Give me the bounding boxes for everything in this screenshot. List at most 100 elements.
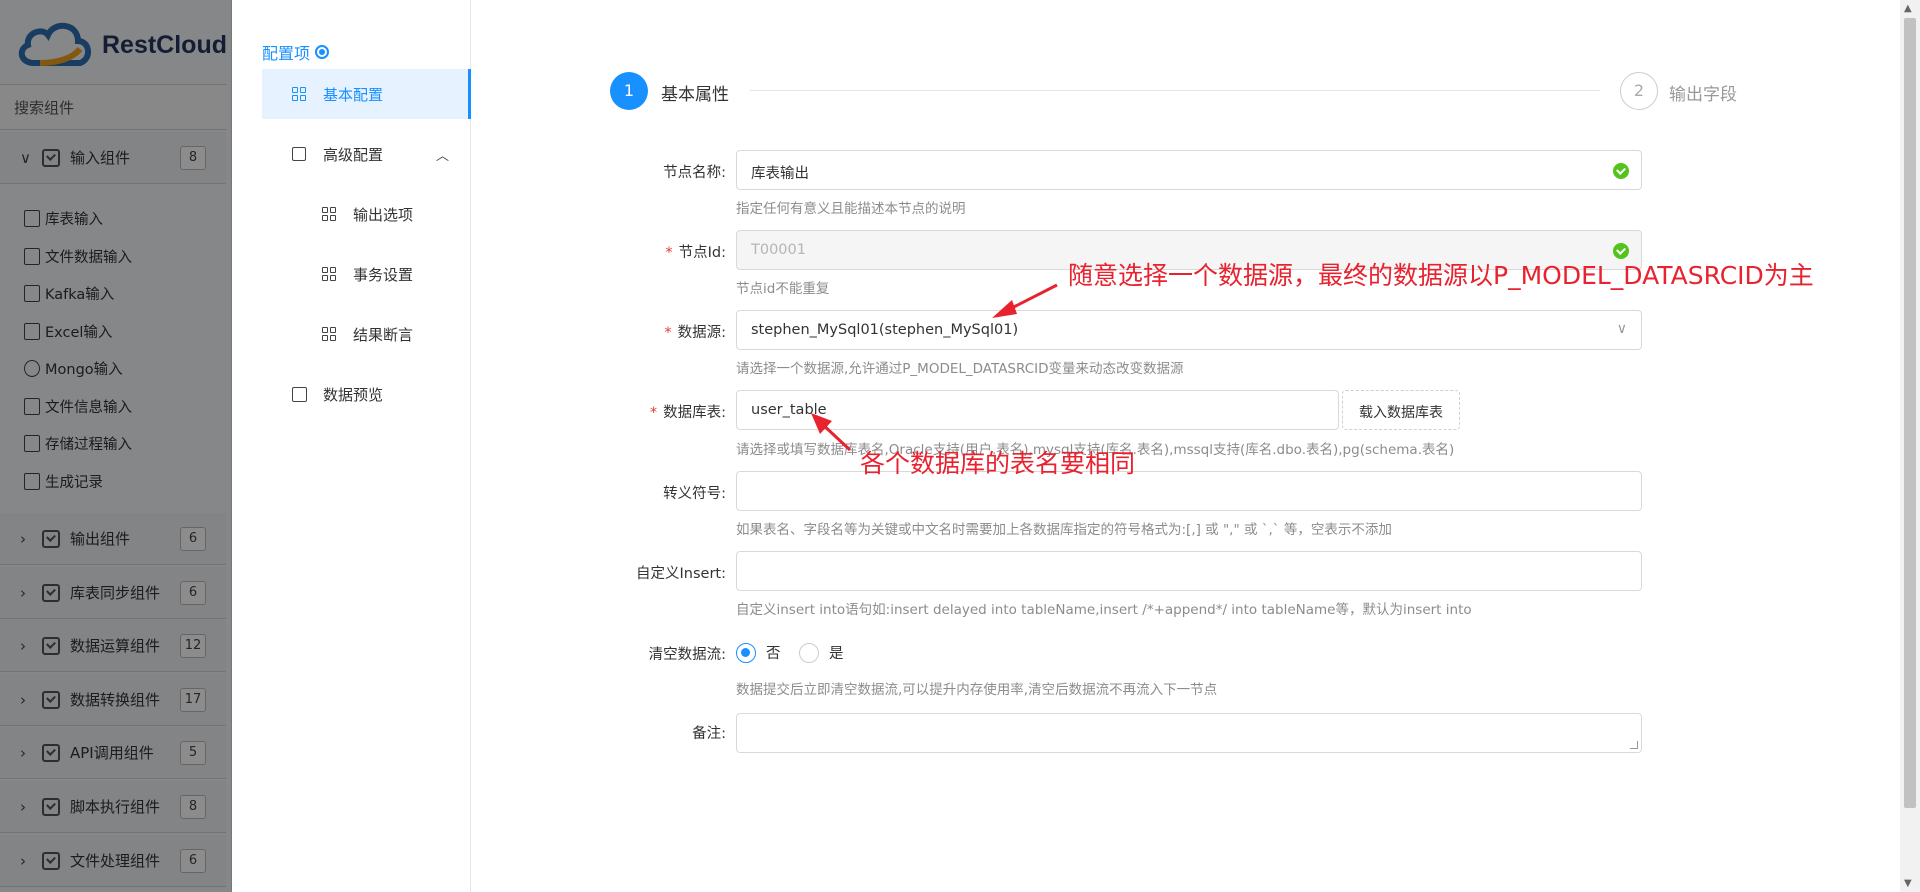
group-label: API调用组件: [70, 744, 154, 762]
remark-textarea[interactable]: [736, 713, 1642, 753]
component-panel: RestCloud 搜索组件 ∨ 输入组件 8 库表输入 文件数据输入 Kafk…: [0, 0, 232, 892]
radio-checked-icon: [736, 642, 756, 663]
chevron-up-icon: ︿: [435, 148, 449, 164]
node-name-label-text: 节点名称:: [663, 165, 726, 181]
scroll-up-arrow-icon[interactable]: ▲: [1904, 3, 1912, 14]
node-id-hint: 节点id不能重复: [736, 281, 830, 297]
group-sync-components[interactable]: › 库表同步组件 6: [0, 567, 226, 619]
grid-icon: [322, 267, 336, 281]
component-item[interactable]: 生成记录: [24, 468, 103, 494]
code-icon: [24, 472, 40, 490]
chevron-right-icon: ›: [20, 529, 26, 548]
node-name-hint: 指定任何有意义且能描述本节点的说明: [736, 201, 966, 217]
kafka-icon: [24, 284, 40, 302]
checkbox-icon: [42, 797, 60, 816]
group-label: 数据转换组件: [70, 691, 161, 709]
component-item[interactable]: 库表输入: [24, 205, 103, 231]
checkbox-icon: [42, 690, 60, 709]
scrollbar-thumb[interactable]: [1904, 18, 1916, 808]
component-item[interactable]: Kafka输入: [24, 280, 114, 306]
nav-item-output-options[interactable]: 输出选项: [262, 189, 471, 239]
group-api-components[interactable]: › API调用组件 5: [0, 727, 226, 779]
app-root: RestCloud 搜索组件 ∨ 输入组件 8 库表输入 文件数据输入 Kafk…: [0, 0, 1920, 892]
group-count: 8: [180, 145, 206, 170]
chevron-down-icon: ∨: [1616, 321, 1627, 337]
file-info-icon: [24, 397, 40, 415]
component-search-input[interactable]: 搜索组件: [0, 84, 226, 130]
checkbox-icon: [42, 636, 60, 655]
checkbox-icon: [42, 529, 60, 548]
step-2-label[interactable]: 输出字段: [1669, 80, 1737, 105]
table-input-icon: [24, 209, 40, 227]
nav-item-basic[interactable]: 基本配置: [262, 69, 471, 119]
nav-item-transaction[interactable]: 事务设置: [262, 249, 471, 299]
component-item[interactable]: Mongo输入: [24, 355, 123, 381]
nav-item-data-preview[interactable]: 数据预览: [262, 369, 471, 419]
group-script-components[interactable]: › 脚本执行组件 8: [0, 781, 226, 833]
chevron-right-icon: ›: [20, 636, 26, 655]
radio-unchecked-icon: [799, 642, 819, 663]
node-name-input[interactable]: 库表输出: [736, 150, 1642, 190]
logo: RestCloud: [16, 14, 227, 76]
step-connector: [750, 90, 1600, 91]
group-count: 5: [180, 740, 206, 765]
db-table-input[interactable]: user_table: [736, 390, 1339, 430]
group-compute-components[interactable]: › 数据运算组件 12: [0, 620, 226, 672]
group-count: 17: [180, 687, 206, 712]
group-input-components[interactable]: ∨ 输入组件 8: [0, 132, 226, 184]
datasource-label: * 数据源:: [472, 321, 730, 342]
preview-icon: [292, 386, 307, 402]
nav-item-assertion[interactable]: 结果断言: [262, 309, 471, 359]
step-1-circle[interactable]: 1: [610, 72, 648, 110]
group-output-components[interactable]: › 输出组件 6: [0, 513, 226, 565]
resize-handle-icon[interactable]: [1630, 741, 1638, 749]
group-count: 6: [180, 580, 206, 605]
node-id-label: * 节点Id:: [472, 241, 730, 262]
radio-yes[interactable]: 是: [799, 642, 844, 663]
component-item-label: Mongo输入: [45, 361, 123, 378]
db-table-label-text: 数据库表:: [663, 405, 726, 421]
clear-stream-label-text: 清空数据流:: [648, 647, 726, 663]
group-transform-components[interactable]: › 数据转换组件 17: [0, 674, 226, 726]
chevron-right-icon: ›: [20, 690, 26, 709]
config-nav-title-text: 配置项: [262, 44, 311, 63]
remark-label-text: 备注:: [692, 726, 726, 742]
component-item-label: 生成记录: [45, 474, 103, 491]
grid-icon: [322, 327, 336, 341]
component-item[interactable]: 文件数据输入: [24, 243, 132, 269]
custom-insert-label: 自定义Insert:: [472, 562, 730, 583]
custom-insert-hint: 自定义insert into语句如:insert delayed into ta…: [736, 602, 1472, 618]
datasource-select[interactable]: stephen_MySql01(stephen_MySql01) ∨: [736, 310, 1642, 350]
component-item-label: 文件信息输入: [45, 399, 132, 416]
group-count: 6: [180, 526, 206, 551]
group-file-components[interactable]: › 文件处理组件 6: [0, 835, 226, 887]
nav-item-label: 高级配置: [323, 145, 384, 164]
step-2-circle[interactable]: 2: [1620, 72, 1658, 110]
group-label: 文件处理组件: [70, 852, 161, 870]
load-tables-button[interactable]: 载入数据库表: [1342, 390, 1460, 430]
node-id-value: T00001: [751, 242, 806, 258]
escape-hint: 如果表名、字段名等为关键或中文名时需要加上各数据库指定的符号格式为:[,] 或 …: [736, 522, 1392, 538]
component-item[interactable]: 存储过程输入: [24, 430, 132, 456]
excel-icon: [24, 322, 40, 340]
custom-insert-input[interactable]: [736, 551, 1642, 591]
datasource-value: stephen_MySql01(stephen_MySql01): [751, 322, 1019, 338]
radio-no-label: 否: [766, 646, 781, 662]
chevron-right-icon: ›: [20, 797, 26, 816]
group-label: 库表同步组件: [70, 584, 161, 602]
required-marker: *: [664, 325, 672, 341]
chevron-down-icon: ∨: [20, 148, 31, 167]
nav-item-advanced[interactable]: 高级配置 ︿: [262, 129, 471, 179]
required-marker: *: [649, 405, 658, 421]
radio-no[interactable]: 否: [736, 642, 781, 663]
component-item[interactable]: 文件信息输入: [24, 393, 132, 419]
scroll-down-arrow-icon[interactable]: ▼: [1904, 878, 1912, 889]
check-circle-icon: [1613, 163, 1629, 179]
grid-icon: [292, 87, 306, 101]
chevron-right-icon: ›: [20, 583, 26, 602]
radio-yes-label: 是: [829, 646, 844, 662]
vertical-scrollbar[interactable]: ▲ ▼: [1900, 0, 1920, 892]
step-1-label[interactable]: 基本属性: [661, 80, 729, 105]
group-label: 脚本执行组件: [70, 798, 161, 816]
component-item[interactable]: Excel输入: [24, 318, 112, 344]
